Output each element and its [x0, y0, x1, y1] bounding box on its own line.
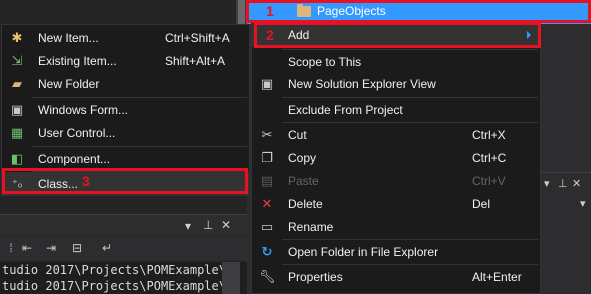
annotation-number-2: 2: [266, 27, 274, 43]
menu-item-label: Open Folder in File Explorer: [288, 245, 439, 259]
output-toolbar: ⁞ ⇤ ⇥ ⊟ ↵: [0, 237, 247, 261]
menu-item-shortcut: Ctrl+V: [472, 174, 506, 188]
menu-item-label: New Folder: [38, 77, 100, 91]
dropdown-icon[interactable]: ▾: [544, 177, 550, 190]
class-icon: ⁺ₒ: [12, 178, 22, 190]
menu-item-label: Component...: [38, 152, 111, 166]
output-text: tudio 2017\Projects\POMExample\PC tudio …: [0, 262, 247, 294]
menu-item-shortcut: Ctrl+C: [472, 151, 507, 165]
menu-item-open-folder-in-file-explorer[interactable]: ↻ Open Folder in File Explorer: [252, 240, 540, 264]
output-pane-header: ▾ ⊥ ✕: [0, 214, 247, 236]
submenu-item-existing-item[interactable]: ⇲ Existing Item... Shift+Alt+A: [2, 49, 249, 73]
menu-item-label: Windows Form...: [38, 103, 129, 117]
menu-item-shortcut: Ctrl+X: [472, 128, 506, 142]
menu-item-label: Delete: [288, 197, 323, 211]
submenu-item-new-folder[interactable]: ▰ New Folder: [2, 72, 249, 96]
new-item-icon: ✱: [11, 30, 23, 45]
existing-item-icon: ⇲: [11, 53, 23, 68]
toolbar-separator-icon: ⁞: [9, 241, 13, 255]
submenu-item-user-control[interactable]: ▦ User Control...: [2, 121, 249, 145]
menu-item-label: Exclude From Project: [288, 103, 403, 117]
menu-item-scope-to-this[interactable]: Scope to This: [252, 50, 540, 74]
menu-item-exclude-from-project[interactable]: Exclude From Project: [252, 98, 540, 122]
menu-item-copy[interactable]: ❐ Copy Ctrl+C: [252, 146, 540, 170]
user-control-icon: ▦: [10, 125, 24, 140]
component-icon: ◧: [10, 151, 24, 166]
submenu-item-windows-form[interactable]: ▣ Windows Form...: [2, 98, 249, 122]
cut-icon: ✂: [261, 127, 273, 142]
menu-item-label: Copy: [288, 151, 317, 165]
menu-item-rename[interactable]: ▭ Rename: [252, 215, 540, 239]
right-pane-background: [540, 24, 591, 294]
pin-icon[interactable]: ⊥: [558, 177, 568, 190]
menu-item-new-solution-explorer-view[interactable]: ▣ New Solution Explorer View: [252, 72, 540, 96]
properties-pane-header: ▾ ⊥ ✕ ▾: [540, 172, 591, 212]
menu-item-add[interactable]: Add: [252, 23, 540, 47]
submenu-item-component[interactable]: ◧ Component...: [2, 147, 249, 171]
menu-item-shortcut: Shift+Alt+A: [165, 54, 226, 68]
menu-item-properties[interactable]: 🔧︎ Properties Alt+Enter: [252, 265, 540, 289]
rename-icon: ▭: [260, 219, 274, 234]
folder-icon: [297, 4, 311, 17]
menu-item-shortcut: Ctrl+Shift+A: [165, 31, 230, 45]
new-view-icon: ▣: [260, 76, 274, 91]
context-menu: Add Scope to This ▣ New Solution Explore…: [251, 21, 541, 294]
menu-item-label: Rename: [288, 220, 334, 234]
output-line: tudio 2017\Projects\POMExample\PC: [2, 263, 241, 277]
menu-item-label: Cut: [288, 128, 307, 142]
menu-item-label: Existing Item...: [38, 54, 117, 68]
menu-item-label: New Solution Explorer View: [288, 77, 436, 91]
close-icon[interactable]: ✕: [221, 218, 231, 232]
word-wrap-icon[interactable]: ↵: [100, 241, 114, 255]
menu-item-cut[interactable]: ✂ Cut Ctrl+X: [252, 123, 540, 147]
annotation-number-3: 3: [82, 173, 90, 189]
submenu-item-class[interactable]: ⁺ₒ Class...: [2, 172, 249, 196]
new-folder-icon: ▰: [12, 76, 22, 91]
dropdown-icon[interactable]: ▾: [185, 219, 191, 233]
next-message-icon[interactable]: ⇥: [44, 241, 58, 255]
windows-form-icon: ▣: [10, 102, 24, 117]
menu-item-label: Scope to This: [288, 55, 362, 69]
wrench-icon: 🔧︎: [259, 269, 276, 284]
open-folder-icon: ↻: [261, 244, 273, 259]
menu-item-delete[interactable]: ✕ Delete Del: [252, 192, 540, 216]
pin-icon[interactable]: ⊥: [203, 218, 213, 232]
close-icon[interactable]: ✕: [572, 177, 581, 190]
menu-item-shortcut: Del: [472, 197, 491, 211]
copy-icon: ❐: [261, 150, 273, 165]
delete-icon: ✕: [261, 196, 273, 211]
paste-icon: ▤: [260, 173, 274, 188]
clear-all-icon[interactable]: ⊟: [70, 241, 84, 255]
submenu-item-new-item[interactable]: ✱ New Item... Ctrl+Shift+A: [2, 26, 249, 50]
chevron-down-icon[interactable]: ▾: [580, 197, 586, 210]
menu-item-paste[interactable]: ▤ Paste Ctrl+V: [252, 169, 540, 193]
menu-item-label: Add: [288, 28, 310, 42]
menu-item-label: New Item...: [38, 31, 99, 45]
menu-item-label: Paste: [288, 174, 319, 188]
menu-item-label: Class...: [38, 177, 79, 191]
menu-item-label: User Control...: [38, 126, 116, 140]
menu-item-label: Properties: [288, 270, 343, 284]
annotation-number-1: 1: [266, 3, 274, 19]
output-scrollbar[interactable]: [222, 262, 240, 294]
menu-item-shortcut: Alt+Enter: [472, 270, 522, 284]
add-submenu: ✱ New Item... Ctrl+Shift+A ⇲ Existing It…: [1, 24, 250, 196]
output-line: tudio 2017\Projects\POMExample\PC: [2, 279, 241, 293]
previous-message-icon[interactable]: ⇤: [20, 241, 34, 255]
tree-item-label: PageObjects: [317, 4, 386, 18]
submenu-arrow-icon: [527, 31, 531, 39]
